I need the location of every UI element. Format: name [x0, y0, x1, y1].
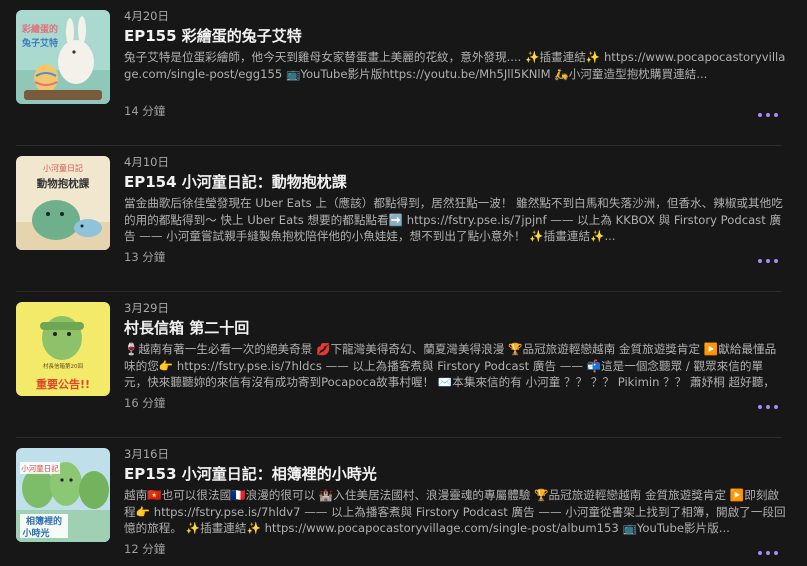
episode-title[interactable]: EP154 小河童日記：動物抱枕課: [124, 172, 786, 192]
thumbnail-title-line1: 小河童日記: [43, 163, 83, 173]
episode-item[interactable]: 小河童日記 相簿裡的 小時光 3月16日 EP153 小河童日記：相簿裡的小時光…: [0, 438, 807, 566]
thumbnail-title-line2: 兔子艾特: [21, 37, 58, 49]
episode-title[interactable]: EP155 彩繪蛋的兔子艾特: [124, 26, 786, 46]
episode-duration: 16 分鐘: [124, 396, 166, 410]
episode-thumbnail[interactable]: 小河童日記 動物抱枕課: [16, 156, 110, 250]
episode-description: 兔子艾特是位蛋彩繪師，他今天到雞母女家替蛋畫上美麗的花紋，意外發現.... ✨插…: [124, 50, 786, 81]
episode-item[interactable]: 彩繪蛋的 兔子艾特 4月20日 EP155 彩繪蛋的兔子艾特 兔子艾特是位蛋彩繪…: [0, 0, 807, 146]
episode-item[interactable]: 村長信箱第20回 重要公告!! 3月29日 村長信箱 第二十回 🍷越南有著一生必…: [0, 292, 807, 438]
episode-content: 3月16日 EP153 小河童日記：相簿裡的小時光 越南🇻🇳也可以很法國🇫🇷浪漫…: [124, 447, 786, 556]
episode-duration: 12 分鐘: [124, 542, 166, 556]
episode-date: 3月16日: [124, 447, 169, 461]
thumbnail-title-line2: 相簿裡的: [26, 515, 62, 527]
thumbnail-title-line1: 村長信箱第20回: [43, 362, 83, 370]
more-options-icon[interactable]: [758, 110, 778, 120]
episode-thumbnail[interactable]: 彩繪蛋的 兔子艾特: [16, 10, 110, 104]
episode-duration: 13 分鐘: [124, 250, 166, 264]
thumbnail-title-line1: 彩繪蛋的: [21, 23, 58, 35]
episode-title[interactable]: 村長信箱 第二十回: [124, 318, 786, 338]
episode-content: 3月29日 村長信箱 第二十回 🍷越南有著一生必看一次的絕美奇景 💋下龍灣美得奇…: [124, 301, 786, 410]
more-options-icon[interactable]: [758, 256, 778, 266]
episode-duration: 14 分鐘: [124, 104, 166, 118]
episode-description: 🍷越南有著一生必看一次的絕美奇景 💋下龍灣美得奇幻、蘭夏灣美得浪漫 🏆品冠旅遊輕…: [124, 342, 777, 389]
more-options-icon[interactable]: [758, 548, 778, 558]
episode-date: 4月20日: [124, 9, 169, 23]
episode-thumbnail[interactable]: 小河童日記 相簿裡的 小時光: [16, 448, 110, 542]
more-options-icon[interactable]: [758, 402, 778, 412]
episode-date: 4月10日: [124, 155, 169, 169]
episode-date: 3月29日: [124, 301, 169, 315]
episode-content: 4月10日 EP154 小河童日記：動物抱枕課 當金曲歌后徐佳瑩發現在 Uber…: [124, 155, 786, 264]
thumbnail-title-line1: 小河童日記: [21, 463, 59, 473]
episode-description: 越南🇻🇳也可以很法國🇫🇷浪漫的很可以 🏰入住美居法國村、浪漫靈魂的專屬體驗 🏆品…: [124, 488, 786, 535]
episode-item[interactable]: 小河童日記 動物抱枕課 4月10日 EP154 小河童日記：動物抱枕課 當金曲歌…: [0, 146, 807, 292]
episode-thumbnail[interactable]: 村長信箱第20回 重要公告!!: [16, 302, 110, 396]
thumbnail-title-line2: 動物抱枕課: [37, 177, 90, 190]
thumbnail-title-line2: 重要公告!!: [36, 377, 90, 391]
episode-list: 彩繪蛋的 兔子艾特 4月20日 EP155 彩繪蛋的兔子艾特 兔子艾特是位蛋彩繪…: [0, 0, 807, 566]
episode-description: 當金曲歌后徐佳瑩發現在 Uber Eats 上（應該）都點得到，居然狂點一波！ …: [124, 196, 783, 243]
thumbnail-title-line3: 小時光: [21, 527, 49, 539]
episode-title[interactable]: EP153 小河童日記：相簿裡的小時光: [124, 464, 786, 484]
episode-content: 4月20日 EP155 彩繪蛋的兔子艾特 兔子艾特是位蛋彩繪師，他今天到雞母女家…: [124, 9, 786, 118]
